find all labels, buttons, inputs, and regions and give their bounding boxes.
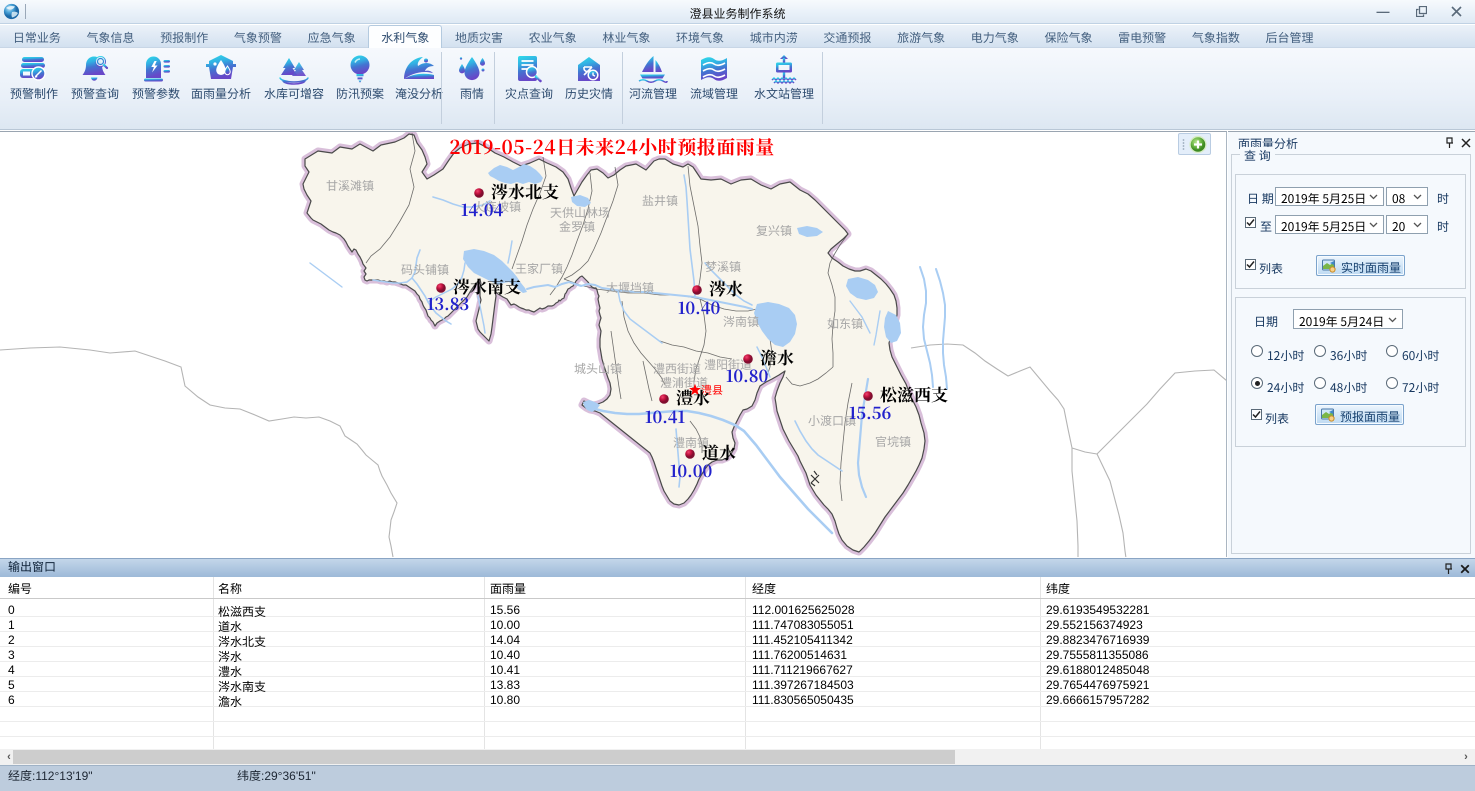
svg-text:金罗镇: 金罗镇 — [559, 218, 595, 235]
svg-text:码头铺镇: 码头铺镇 — [401, 261, 449, 278]
svg-text:14.04: 14.04 — [461, 197, 504, 221]
svg-text:10.80: 10.80 — [726, 363, 769, 387]
svg-text:10.40: 10.40 — [678, 295, 721, 319]
svg-text:13.83: 13.83 — [427, 291, 470, 315]
svg-text:甘溪滩镇: 甘溪滩镇 — [326, 177, 374, 194]
svg-text:如东镇: 如东镇 — [827, 315, 863, 332]
svg-text:10.41: 10.41 — [645, 404, 686, 428]
svg-text:城头山镇: 城头山镇 — [574, 360, 622, 377]
svg-text:2019-05-24日未来24小时预报面雨量: 2019-05-24日未来24小时预报面雨量 — [449, 133, 774, 160]
svg-text:盐井镇: 盐井镇 — [642, 192, 678, 209]
svg-text:复兴镇: 复兴镇 — [756, 222, 792, 239]
svg-text:15.56: 15.56 — [849, 400, 892, 424]
svg-text:涔南镇: 涔南镇 — [723, 313, 759, 330]
svg-text:王家厂镇: 王家厂镇 — [515, 260, 563, 277]
svg-text:10.00: 10.00 — [670, 458, 713, 482]
svg-text:大堰垱镇: 大堰垱镇 — [606, 279, 654, 296]
svg-text:梦溪镇: 梦溪镇 — [705, 258, 741, 275]
svg-text:官垸镇: 官垸镇 — [875, 433, 911, 450]
